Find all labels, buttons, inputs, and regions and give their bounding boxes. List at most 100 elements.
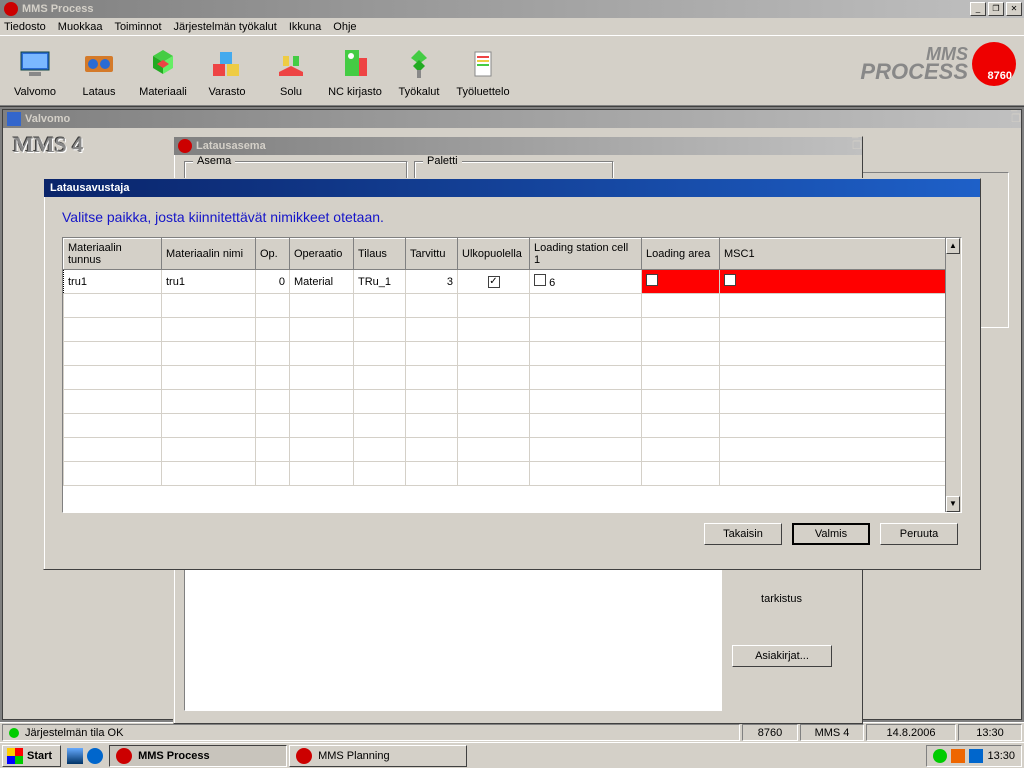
status-num: 8760 [742, 724, 798, 741]
checkbox-checked-icon[interactable]: ✓ [488, 276, 500, 288]
restore-button[interactable]: ❐ [988, 2, 1004, 16]
cubes-icon [143, 44, 183, 84]
lataus-restore[interactable]: ❐ [852, 139, 862, 152]
cell-tunnus[interactable]: tru1 [64, 270, 162, 294]
modal-instruction: Valitse paikka, josta kiinnitettävät nim… [62, 209, 962, 225]
grid-row-empty [64, 294, 961, 318]
grid-row-empty [64, 462, 961, 486]
valvomo-window: Valvomo _ ❐ ✕ MMS 4 Latausasema _ [2, 109, 1022, 720]
cell-msc1[interactable] [720, 270, 961, 294]
tray-clock: 13:30 [987, 750, 1015, 762]
grid-row[interactable]: tru1 tru1 0 Material TRu_1 3 ✓ 6 [64, 270, 961, 294]
checkbox-icon[interactable] [534, 274, 546, 286]
grid-row-empty [64, 342, 961, 366]
asiakirjat-button[interactable]: Asiakirjat... [732, 645, 832, 667]
boxes-icon [207, 44, 247, 84]
grid-scrollbar[interactable]: ▲ ▼ [945, 238, 961, 512]
grid-row-empty [64, 318, 961, 342]
col-operaatio[interactable]: Operaatio [290, 239, 354, 270]
ie-icon[interactable] [87, 748, 103, 764]
valvomo-restore[interactable]: ❐ [1011, 112, 1021, 125]
checkbox-icon[interactable] [646, 274, 658, 286]
windows-logo-icon [7, 748, 23, 764]
menubar: Tiedosto Muokkaa Toiminnot Järjestelmän … [0, 18, 1024, 36]
menu-ikkuna[interactable]: Ikkuna [289, 21, 321, 33]
tool-tyokalut[interactable]: Työkalut [390, 44, 448, 98]
main-title: MMS Process [22, 3, 970, 15]
tool-solu[interactable]: Solu [262, 44, 320, 98]
grid-header-row: Materiaalin tunnus Materiaalin nimi Op. … [64, 239, 961, 270]
grid-row-empty [64, 414, 961, 438]
cell-ulkopuolella[interactable]: ✓ [458, 270, 530, 294]
cell-tilaus[interactable]: TRu_1 [354, 270, 406, 294]
grid-row-empty [64, 366, 961, 390]
mdi-area: Valvomo _ ❐ ✕ MMS 4 Latausasema _ [0, 106, 1024, 722]
valmis-button[interactable]: Valmis [792, 523, 870, 545]
col-loadingarea[interactable]: Loading area [642, 239, 720, 270]
latausavustaja-dialog: Latausavustaja Valitse paikka, josta kii… [43, 178, 981, 570]
latausasema-titlebar: Latausasema _ ❐ ✕ [174, 137, 862, 155]
cell-tarvittu[interactable]: 3 [406, 270, 458, 294]
col-loadingcell[interactable]: Loading station cell 1 [530, 239, 642, 270]
tool-varasto[interactable]: Varasto [198, 44, 256, 98]
monitor-icon [15, 44, 55, 84]
cell-loadingarea[interactable] [642, 270, 720, 294]
scroll-down-icon[interactable]: ▼ [946, 496, 960, 512]
col-tarvittu[interactable]: Tarvittu [406, 239, 458, 270]
col-tilaus[interactable]: Tilaus [354, 239, 406, 270]
col-msc1[interactable]: MSC1 [720, 239, 961, 270]
modal-title: Latausavustaja [50, 182, 129, 194]
close-button[interactable]: ✕ [1006, 2, 1022, 16]
tool-nc[interactable]: NC kirjasto [326, 44, 384, 98]
checkbox-icon[interactable] [724, 274, 736, 286]
minimize-button[interactable]: _ [970, 2, 986, 16]
tray-icon[interactable] [933, 749, 947, 763]
material-grid[interactable]: Materiaalin tunnus Materiaalin nimi Op. … [62, 237, 962, 513]
tool-valvomo[interactable]: Valvomo [6, 44, 64, 98]
taskbar-mms-process[interactable]: MMS Process [109, 745, 287, 767]
taskbar: Start MMS Process MMS Planning 13:30 [0, 742, 1024, 768]
status-led-icon [9, 728, 19, 738]
cell-loadingcell[interactable]: 6 [530, 270, 642, 294]
lataus-textarea[interactable] [184, 555, 722, 711]
col-op[interactable]: Op. [256, 239, 290, 270]
tool-tyoluettelo[interactable]: Työluettelo [454, 44, 512, 98]
start-button[interactable]: Start [2, 745, 61, 767]
menu-ohje[interactable]: Ohje [333, 21, 356, 33]
tools-icon [399, 44, 439, 84]
status-date: 14.8.2006 [866, 724, 956, 741]
lataus-minimize[interactable]: _ [852, 127, 862, 139]
scroll-up-icon[interactable]: ▲ [946, 238, 960, 254]
valvomo-minimize[interactable]: _ [1011, 100, 1021, 112]
menu-toiminnot[interactable]: Toiminnot [114, 21, 161, 33]
peruuta-button[interactable]: Peruuta [880, 523, 958, 545]
col-nimi[interactable]: Materiaalin nimi [162, 239, 256, 270]
cell-op[interactable]: 0 [256, 270, 290, 294]
tarkistus-label: tarkistus [761, 593, 802, 605]
grid-row-empty [64, 390, 961, 414]
status-text: Järjestelmän tila OK [25, 727, 123, 739]
col-ulkopuolella[interactable]: Ulkopuolella [458, 239, 530, 270]
desktop-icon[interactable] [67, 748, 83, 764]
task-icon [296, 748, 312, 764]
tray-icon[interactable] [951, 749, 965, 763]
cell-operaatio[interactable]: Material [290, 270, 354, 294]
cell-nimi[interactable]: tru1 [162, 270, 256, 294]
menu-muokkaa[interactable]: Muokkaa [58, 21, 103, 33]
gears-icon [79, 44, 119, 84]
grid-icon [271, 44, 311, 84]
tool-materiaali[interactable]: Materiaali [134, 44, 192, 98]
grid-row-empty [64, 438, 961, 462]
menu-tiedosto[interactable]: Tiedosto [4, 21, 46, 33]
takaisin-button[interactable]: Takaisin [704, 523, 782, 545]
taskbar-mms-planning[interactable]: MMS Planning [289, 745, 467, 767]
valvomo-icon [7, 112, 21, 126]
col-tunnus[interactable]: Materiaalin tunnus [64, 239, 162, 270]
latausasema-icon [178, 139, 192, 153]
quick-launch [67, 748, 103, 764]
brand-badge-icon: 8760 [972, 42, 1016, 86]
tool-lataus[interactable]: Lataus [70, 44, 128, 98]
brand-logo: MMS PROCESS 8760 [860, 42, 1016, 86]
tray-icon[interactable] [969, 749, 983, 763]
menu-jarjestelman[interactable]: Järjestelmän työkalut [174, 21, 277, 33]
